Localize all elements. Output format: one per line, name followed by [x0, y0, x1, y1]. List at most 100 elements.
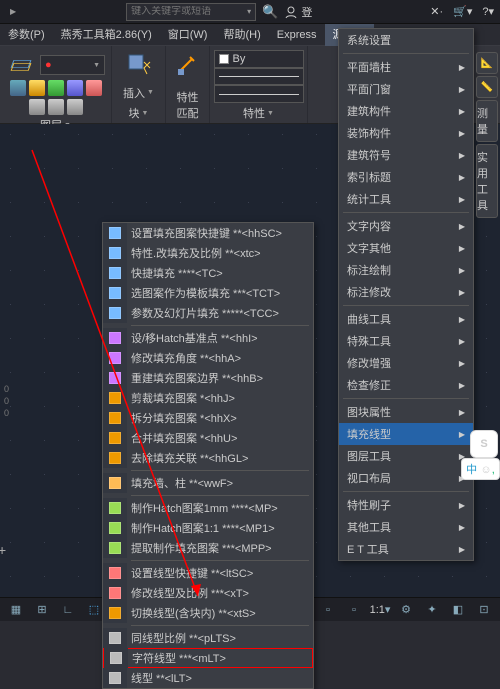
context-menu-item[interactable]: 制作Hatch图案1:1 ****<MP1> — [103, 518, 313, 538]
search-box[interactable]: ▾ — [126, 3, 256, 21]
context-menu-item[interactable]: 切换线型(含块内) **<xtS> — [103, 603, 313, 623]
layer-tool-icon[interactable] — [86, 80, 102, 96]
insert-block-icon[interactable] — [124, 50, 154, 80]
layer-tool-icon[interactable] — [48, 80, 64, 96]
layer-tool-icon[interactable] — [67, 80, 83, 96]
linetype-combo[interactable] — [214, 68, 304, 86]
context-menu-item[interactable]: 设置填充图案快捷键 **<hhSC> — [103, 223, 313, 243]
menu-item[interactable]: 燕秀工具箱2.86(Y) — [53, 24, 160, 46]
layer-tool-icon[interactable] — [10, 80, 26, 96]
submenu-label: 曲线工具 — [347, 311, 391, 327]
submenu-label: 修改增强 — [347, 355, 391, 371]
layer-combo[interactable]: ●▼ — [40, 55, 105, 75]
context-menu-item[interactable]: 拆分填充图案 *<hhX> — [103, 408, 313, 428]
history-back-icon[interactable]: ▶ — [10, 7, 16, 16]
panel-label[interactable]: 特性▼ — [243, 105, 274, 121]
chevron-right-icon: ▶ — [459, 85, 465, 94]
exchange-icon[interactable]: ✕· — [430, 5, 443, 18]
submenu-item[interactable]: 曲线工具▶ — [339, 308, 473, 330]
submenu-label: 特性刷子 — [347, 497, 391, 513]
layer-tool-icon[interactable] — [29, 80, 45, 96]
ime-status[interactable]: 中 ☺, — [461, 458, 500, 480]
menu-item[interactable]: Express — [269, 24, 325, 46]
layer-tool-icon[interactable] — [29, 99, 45, 115]
submenu-item[interactable]: 修改增强▶ — [339, 352, 473, 374]
context-menu-item[interactable]: 剪裁填充图案 *<hhJ> — [103, 388, 313, 408]
ime-sogou-icon[interactable]: S — [470, 430, 498, 458]
context-menu-item[interactable]: 特性.改填充及比例 **<xtc> — [103, 243, 313, 263]
gear-icon[interactable]: ⚙ — [396, 601, 416, 619]
submenu-item[interactable]: 建筑符号▶ — [339, 144, 473, 166]
context-menu-item[interactable]: 重建填充图案边界 **<hhB> — [103, 368, 313, 388]
submenu-item[interactable]: 装饰构件▶ — [339, 122, 473, 144]
context-menu-item[interactable]: 设/移Hatch基准点 **<hhI> — [103, 328, 313, 348]
context-menu-item[interactable]: 选图案作为模板填充 ***<TCT> — [103, 283, 313, 303]
measure-label[interactable]: 测量 — [476, 100, 498, 142]
submenu-item[interactable]: 平面门窗▶ — [339, 78, 473, 100]
submenu-item[interactable]: 视口布局▶ — [339, 467, 473, 489]
login-button[interactable]: 登 — [284, 4, 312, 20]
menu-item[interactable]: 参数(P) — [0, 24, 53, 46]
submenu-item[interactable]: 其他工具▶ — [339, 516, 473, 538]
panel-layers: ●▼ 图层▼ — [0, 46, 112, 123]
grid-icon[interactable]: ⊞ — [32, 601, 52, 619]
menu-item-label: 设置线型快捷键 **<ltSC> — [131, 565, 253, 581]
ortho-icon[interactable]: ⬚ — [84, 601, 104, 619]
context-menu-item[interactable]: 字符线型 ***<mLT> — [103, 648, 313, 668]
tool-icon[interactable]: 📐 — [476, 52, 498, 74]
layer-tool-icon[interactable] — [67, 99, 83, 115]
panel-label[interactable]: 块▼ — [129, 105, 149, 121]
context-menu-item[interactable]: 制作Hatch图案1mm ****<MP> — [103, 498, 313, 518]
cart-icon[interactable]: 🛒▾ — [453, 5, 472, 18]
match-properties-icon[interactable] — [173, 50, 203, 80]
util-label[interactable]: 实用工具 — [476, 144, 498, 218]
submenu-item[interactable]: 建筑构件▶ — [339, 100, 473, 122]
search-dropdown-icon[interactable]: ▾ — [247, 7, 251, 16]
submenu-item[interactable]: 文字其他▶ — [339, 237, 473, 259]
submenu-item[interactable]: E T 工具▶ — [339, 538, 473, 560]
submenu-item[interactable]: 图层工具▶ — [339, 445, 473, 467]
submenu-item[interactable]: 文字内容▶ — [339, 215, 473, 237]
context-menu-item[interactable]: 参数及幻灯片填充 *****<TCC> — [103, 303, 313, 323]
anno-scale[interactable]: 1:1▾ — [370, 601, 390, 619]
submenu-item[interactable]: 标注绘制▶ — [339, 259, 473, 281]
context-menu-item[interactable]: 同线型比例 **<pLTS> — [103, 628, 313, 648]
context-menu-item[interactable]: 修改填充角度 **<hhA> — [103, 348, 313, 368]
help-icon[interactable]: ?▾ — [482, 5, 494, 18]
submenu-item[interactable]: 图块属性▶ — [339, 401, 473, 423]
context-menu-item[interactable]: 设置线型快捷键 **<ltSC> — [103, 563, 313, 583]
context-menu-item[interactable]: 快捷填充 ****<TC> — [103, 263, 313, 283]
submenu-item[interactable]: 特性刷子▶ — [339, 494, 473, 516]
context-menu-item[interactable]: 合并填充图案 *<hhU> — [103, 428, 313, 448]
layer-properties-icon[interactable] — [6, 50, 36, 80]
menu-item[interactable]: 窗口(W) — [160, 24, 216, 46]
status-icon[interactable]: ▫ — [344, 601, 364, 619]
color-combo[interactable]: By — [214, 50, 304, 68]
submenu-item[interactable]: 系统设置 — [339, 29, 473, 51]
context-menu-item[interactable]: 去除填充关联 **<hhGL> — [103, 448, 313, 468]
context-menu-item[interactable]: 填充墙、柱 **<wwF> — [103, 473, 313, 493]
submenu-item[interactable]: 特殊工具▶ — [339, 330, 473, 352]
search-input[interactable] — [131, 6, 245, 17]
context-menu-item[interactable]: 修改线型及比例 ***<xT> — [103, 583, 313, 603]
submenu-item[interactable]: 标注修改▶ — [339, 281, 473, 303]
layer-tool-icon[interactable] — [48, 99, 64, 115]
search-icon[interactable]: 🔍 — [262, 4, 278, 20]
model-space-icon[interactable]: ▦ — [6, 601, 26, 619]
status-icon[interactable]: ▫ — [318, 601, 338, 619]
menu-item-icon — [103, 583, 127, 603]
context-menu-item[interactable]: 提取制作填充图案 ***<MPP> — [103, 538, 313, 558]
submenu-item[interactable]: 平面墙柱▶ — [339, 56, 473, 78]
tool-icon[interactable]: 📏 — [476, 76, 498, 98]
context-menu-item[interactable]: 线型 **<lLT> — [103, 668, 313, 688]
status-icon[interactable]: ⊡ — [474, 601, 494, 619]
status-icon[interactable]: ◧ — [448, 601, 468, 619]
submenu-item[interactable]: 统计工具▶ — [339, 188, 473, 210]
snap-icon[interactable]: ∟ — [58, 601, 78, 619]
submenu-item[interactable]: 索引标题▶ — [339, 166, 473, 188]
submenu-item[interactable]: 检查修正▶ — [339, 374, 473, 396]
lineweight-combo[interactable] — [214, 85, 304, 103]
submenu-item[interactable]: 填充线型▶ — [339, 423, 473, 445]
menu-item[interactable]: 帮助(H) — [215, 24, 268, 46]
status-icon[interactable]: ✦ — [422, 601, 442, 619]
